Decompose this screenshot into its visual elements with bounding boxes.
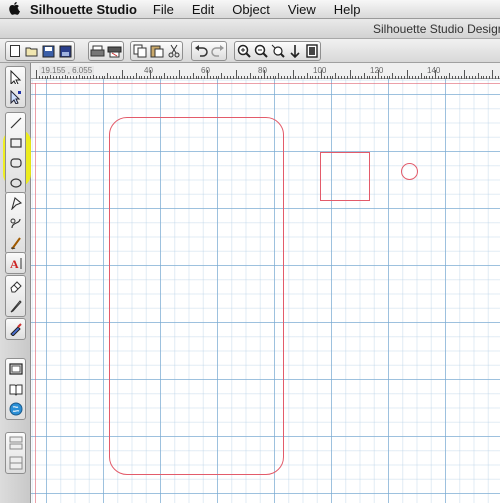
menu-view[interactable]: View: [288, 2, 316, 17]
ruler-label-100: 100: [313, 66, 327, 75]
freehand-tool-icon[interactable]: [6, 233, 25, 253]
eraser-tool-icon[interactable]: [6, 276, 25, 296]
rounded-rectangle-shape[interactable]: [109, 117, 284, 475]
window-title-bar[interactable]: Silhouette Studio Designer Edition: [0, 19, 500, 39]
library-icon[interactable]: [6, 379, 25, 399]
horizontal-ruler[interactable]: 19.155 , 6.055 40 60 80 100 120 140: [31, 63, 500, 79]
paste-icon[interactable]: [148, 42, 165, 60]
circle-shape[interactable]: [401, 163, 418, 180]
color-tools-group: [5, 318, 26, 340]
ruler-label-60: 60: [201, 66, 210, 75]
apple-icon[interactable]: [0, 1, 30, 18]
menu-edit[interactable]: Edit: [192, 2, 214, 17]
zoom-out-icon[interactable]: [252, 42, 269, 60]
rectangle-tool-icon[interactable]: [6, 133, 25, 153]
ruler-label-120: 120: [370, 66, 384, 75]
drawing-tools-group: [5, 112, 26, 194]
ruler-label-140: 140: [427, 66, 441, 75]
polygon-tool-icon[interactable]: [6, 193, 25, 213]
fit-to-page-icon[interactable]: [303, 42, 320, 60]
page-border-top: [31, 83, 500, 84]
page-border-left: [35, 83, 36, 503]
undo-icon[interactable]: [192, 42, 209, 60]
eraser-tools-group: [5, 275, 26, 317]
cursor-coordinates: 19.155 , 6.055: [39, 66, 95, 75]
page-setup-icon[interactable]: [6, 359, 25, 379]
cut-icon[interactable]: [165, 42, 182, 60]
path-tools-group: [5, 192, 26, 254]
panels-group: [5, 358, 26, 420]
knife-tool-icon[interactable]: [6, 296, 25, 316]
menu-file[interactable]: File: [153, 2, 174, 17]
select-tool-icon[interactable]: [6, 67, 25, 87]
panel-toggle-icon[interactable]: [6, 433, 25, 453]
edit-points-tool-icon[interactable]: [6, 87, 25, 107]
panel-toggle-secondary-icon[interactable]: [6, 453, 25, 473]
selection-tools-group: [5, 66, 26, 108]
text-tools-group: A: [5, 252, 26, 274]
design-canvas[interactable]: [31, 79, 500, 503]
rounded-rectangle-tool-icon[interactable]: [6, 153, 25, 173]
pan-icon[interactable]: [286, 42, 303, 60]
toolbar-zoom-group: [234, 41, 321, 61]
ruler-label-40: 40: [144, 66, 153, 75]
line-tool-icon[interactable]: [6, 113, 25, 133]
toolbar-history-group: [191, 41, 227, 61]
text-tool-icon[interactable]: A: [6, 253, 25, 273]
window-title: Silhouette Studio Designer Edition: [373, 22, 500, 36]
toolbar-clipboard-group: [130, 41, 183, 61]
open-icon[interactable]: [23, 42, 40, 60]
color-picker-tool-icon[interactable]: [6, 319, 25, 339]
curve-tool-icon[interactable]: [6, 213, 25, 233]
toolbar-file-group: [5, 41, 75, 61]
menu-help[interactable]: Help: [334, 2, 361, 17]
redo-icon[interactable]: [209, 42, 226, 60]
svg-text:A: A: [10, 257, 19, 270]
save-to-library-icon[interactable]: [57, 42, 74, 60]
save-icon[interactable]: [40, 42, 57, 60]
zoom-selection-icon[interactable]: [269, 42, 286, 60]
zoom-in-icon[interactable]: [235, 42, 252, 60]
menu-object[interactable]: Object: [232, 2, 270, 17]
new-document-icon[interactable]: [6, 42, 23, 60]
panel-toggle-group: [5, 432, 26, 474]
square-shape[interactable]: [320, 152, 370, 201]
ruler-label-80: 80: [258, 66, 267, 75]
toolbar-print-group: [88, 41, 124, 61]
menu-bar: Silhouette Studio File Edit Object View …: [0, 0, 500, 19]
tool-panel: A: [0, 63, 31, 503]
copy-icon[interactable]: [131, 42, 148, 60]
menu-app-name[interactable]: Silhouette Studio: [30, 2, 137, 17]
toolbar: [0, 39, 500, 63]
online-store-icon[interactable]: [6, 399, 25, 419]
ellipse-tool-icon[interactable]: [6, 173, 25, 193]
print-icon[interactable]: [89, 42, 106, 60]
send-to-cutter-icon[interactable]: [106, 42, 123, 60]
